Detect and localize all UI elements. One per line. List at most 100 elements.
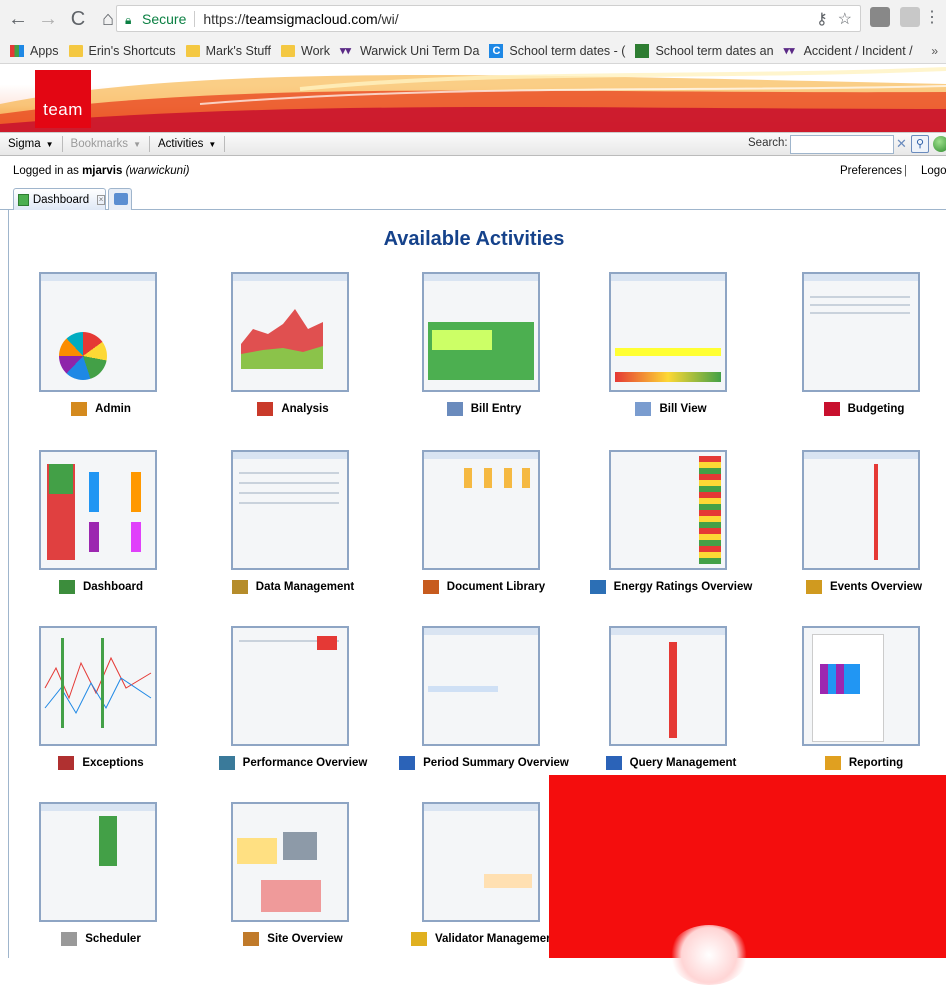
bookmark-marks-stuff[interactable]: Mark's Stuff [185, 44, 271, 58]
activity-thumbnail[interactable] [422, 626, 540, 746]
activity-link[interactable]: Bill Entry [394, 402, 574, 416]
site-overview-icon [243, 932, 260, 946]
activity-tile-performance-overview[interactable]: Performance Overview [203, 626, 383, 786]
logout-link[interactable]: Logou [921, 165, 946, 177]
activity-label: Energy Ratings Overview [613, 581, 753, 593]
activity-thumbnail[interactable] [422, 272, 540, 392]
activity-tile-site-overview[interactable]: Site Overview [203, 802, 383, 962]
warwick-icon: ▾▾ [783, 45, 795, 57]
activity-thumbnail[interactable] [231, 272, 349, 392]
activity-thumbnail[interactable] [231, 802, 349, 922]
activity-link[interactable]: Dashboard [11, 580, 191, 594]
more-bookmarks[interactable]: » [931, 44, 938, 58]
activity-link[interactable]: Admin [11, 402, 191, 416]
search-icon[interactable]: ⚲ [911, 135, 929, 153]
forward-arrow-icon[interactable]: → [36, 7, 60, 31]
bookmark-apps[interactable]: Apps [10, 44, 59, 58]
activity-tile-energy-ratings-overview[interactable]: Energy Ratings Overview [581, 450, 761, 610]
activity-link[interactable]: Scheduler [11, 932, 191, 946]
activity-link[interactable]: Query Management [581, 756, 761, 770]
activity-tile-dashboard[interactable]: Dashboard [11, 450, 191, 610]
tab-strip: Dashboard × [0, 184, 946, 210]
bookmark-school-term-1[interactable]: C School term dates - ( [489, 43, 625, 58]
activity-thumbnail[interactable] [231, 626, 349, 746]
activity-label: Bill Entry [470, 403, 522, 415]
activity-tile-scheduler[interactable]: Scheduler [11, 802, 191, 962]
activity-thumbnail[interactable] [802, 626, 920, 746]
activity-thumbnail[interactable] [39, 450, 157, 570]
activity-label: Admin [95, 403, 131, 415]
activity-tile-events-overview[interactable]: Events Overview [774, 450, 946, 610]
menu-bookmarks[interactable]: Bookmarks ▼ [71, 138, 141, 150]
activity-tile-data-management[interactable]: Data Management [203, 450, 383, 610]
activity-link[interactable]: Reporting [774, 756, 946, 770]
globe-icon[interactable] [933, 136, 946, 152]
banner-swoosh [0, 67, 946, 132]
activity-link[interactable]: Events Overview [774, 580, 946, 594]
activity-label: Dashboard [82, 581, 144, 593]
folder-icon [68, 44, 83, 57]
activity-thumbnail[interactable] [39, 272, 157, 392]
activity-thumbnail[interactable] [422, 450, 540, 570]
activity-thumbnail[interactable] [422, 802, 540, 922]
tab-dashboard[interactable]: Dashboard × [13, 188, 106, 210]
extension-icon[interactable] [900, 7, 920, 27]
activity-tile-admin[interactable]: Admin [11, 272, 191, 432]
activity-link[interactable]: Data Management [203, 580, 383, 594]
extension-shield-icon[interactable] [870, 7, 890, 27]
activity-tile-exceptions[interactable]: Exceptions [11, 626, 191, 786]
bookmark-accident[interactable]: ▾▾ Accident / Incident / [784, 44, 913, 58]
activity-thumbnail[interactable] [39, 802, 157, 922]
performance-icon [218, 756, 235, 770]
activity-link[interactable]: Bill View [581, 402, 761, 416]
team-logo[interactable]: team [35, 70, 91, 128]
key-icon[interactable]: ⚷ [816, 9, 828, 29]
search-input[interactable] [790, 135, 894, 154]
address-bar[interactable]: 🔒︎ Secure https://teamsigmacloud.com/wi/… [116, 5, 861, 32]
menu-sigma[interactable]: Sigma ▼ [8, 138, 54, 150]
activity-link[interactable]: Performance Overview [203, 756, 383, 770]
activity-thumbnail[interactable] [39, 626, 157, 746]
activity-tile-bill-view[interactable]: Bill View [581, 272, 761, 432]
close-tab-icon[interactable]: × [97, 194, 105, 205]
activity-link[interactable]: Document Library [394, 580, 574, 594]
menu-kebab-icon[interactable]: ⋮ [924, 7, 940, 27]
activity-thumbnail[interactable] [609, 450, 727, 570]
activity-tile-analysis[interactable]: Analysis [203, 272, 383, 432]
activity-link[interactable]: Energy Ratings Overview [581, 580, 761, 594]
activity-thumbnail[interactable] [609, 626, 727, 746]
activity-tile-period-summary-overview[interactable]: Period Summary Overview [394, 626, 574, 786]
bookmark-work[interactable]: Work [281, 44, 330, 58]
star-icon[interactable]: ☆ [838, 9, 852, 29]
url-text: https://teamsigmacloud.com/wi/ [203, 10, 399, 27]
activity-thumbnail[interactable] [231, 450, 349, 570]
menu-activities[interactable]: Activities ▼ [158, 138, 216, 150]
new-tab-button[interactable] [108, 188, 132, 210]
bookmark-school-term-2[interactable]: School term dates an [635, 43, 774, 58]
bookmark-warwick-term[interactable]: ▾▾ Warwick Uni Term Da [340, 44, 479, 58]
activity-thumbnail[interactable] [802, 272, 920, 392]
bookmark-erins-shortcuts[interactable]: Erin's Shortcuts [68, 44, 176, 58]
activity-label: Query Management [629, 757, 737, 769]
activity-tile-document-library[interactable]: Document Library [394, 450, 574, 610]
activity-label: Reporting [848, 757, 904, 769]
activity-tile-bill-entry[interactable]: Bill Entry [394, 272, 574, 432]
back-arrow-icon[interactable]: ← [6, 7, 30, 31]
activity-thumbnail[interactable] [609, 272, 727, 392]
clear-search-icon[interactable]: ✕ [896, 136, 907, 152]
divider [194, 10, 196, 27]
activity-tile-query-management[interactable]: Query Management [581, 626, 761, 786]
activity-tile-validator-management[interactable]: Validator Management [394, 802, 574, 962]
activity-link[interactable]: Validator Management [394, 932, 574, 946]
activity-link[interactable]: Period Summary Overview [394, 756, 574, 770]
activity-link[interactable]: Budgeting [774, 402, 946, 416]
activity-thumbnail[interactable] [802, 450, 920, 570]
activity-tile-reporting[interactable]: Reporting [774, 626, 946, 786]
activity-link[interactable]: Site Overview [203, 932, 383, 946]
activity-tile-budgeting[interactable]: Budgeting [774, 272, 946, 432]
preferences-link[interactable]: Preferences [840, 165, 902, 177]
reload-icon[interactable]: C [66, 7, 90, 31]
activity-link[interactable]: Exceptions [11, 756, 191, 770]
caret-down-icon: ▼ [208, 139, 217, 149]
activity-link[interactable]: Analysis [203, 402, 383, 416]
